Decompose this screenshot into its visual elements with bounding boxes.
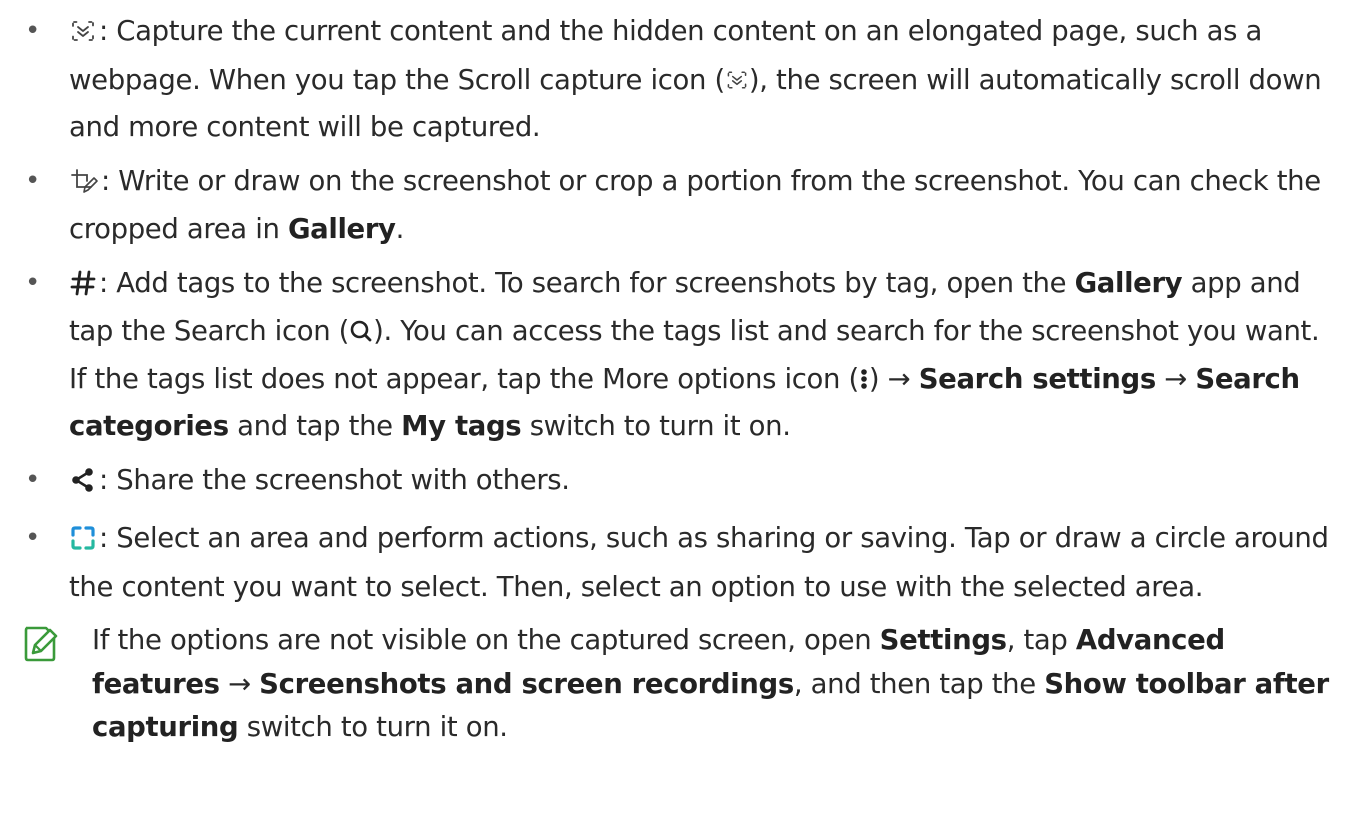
note-text: → [219, 667, 260, 700]
item-text: and tap the [228, 410, 402, 442]
bullet: • [25, 267, 40, 298]
settings-label: Settings [879, 624, 1007, 656]
search-settings-label: Search settings [918, 362, 1157, 395]
note-block: If the options are not visible on the ca… [0, 619, 1359, 750]
list-item-draw-crop: • : Write or draw on the screenshot or c… [0, 160, 1359, 252]
bullet: • [25, 165, 40, 196]
bullet: • [25, 16, 40, 46]
note-text: , and then tap the [793, 667, 1045, 700]
list-item-tags: • : Add tags to the screenshot. To searc… [0, 262, 1359, 449]
item-text: ) → [868, 362, 919, 395]
list-item-select-area: • : Select an area and perform actions, … [0, 517, 1359, 609]
item-text: : Share the screenshot with others. [99, 463, 570, 496]
my-tags-label: My tags [401, 410, 522, 442]
note-text: , tap [1006, 624, 1076, 656]
gallery-label: Gallery [287, 213, 396, 245]
search-icon [349, 314, 373, 358]
more-options-icon [859, 362, 869, 406]
note-text: switch to turn it on. [238, 711, 508, 743]
item-text: : Add tags to the screenshot. To search … [99, 266, 1075, 299]
item-text: : Select an area and perform actions, su… [69, 522, 1329, 603]
draw-crop-icon [69, 165, 99, 209]
item-text: → [1155, 362, 1196, 395]
screenshots-recordings-label: Screenshots and screen recordings [259, 667, 794, 700]
item-text: : Write or draw on the screenshot or cro… [69, 164, 1321, 246]
item-text: switch to turn it on. [521, 410, 791, 442]
share-icon [69, 464, 97, 508]
list-item-share: • : Share the screenshot with others. [0, 459, 1359, 508]
select-area-icon [69, 522, 97, 566]
list-item-scroll-capture: • : Capture the current content and the … [0, 10, 1359, 150]
hashtag-icon [69, 267, 97, 311]
manual-page: • : Capture the current content and the … [0, 0, 1359, 818]
gallery-label: Gallery [1074, 266, 1183, 299]
note-text: If the options are not visible on the ca… [92, 624, 880, 656]
note-pencil-icon [20, 624, 60, 678]
scroll-capture-icon [725, 63, 749, 107]
toolbar-options-list: • : Capture the current content and the … [0, 10, 1359, 609]
scroll-capture-icon [69, 15, 97, 59]
item-text: . [395, 213, 405, 245]
bullet: • [25, 523, 40, 553]
bullet: • [25, 464, 40, 495]
